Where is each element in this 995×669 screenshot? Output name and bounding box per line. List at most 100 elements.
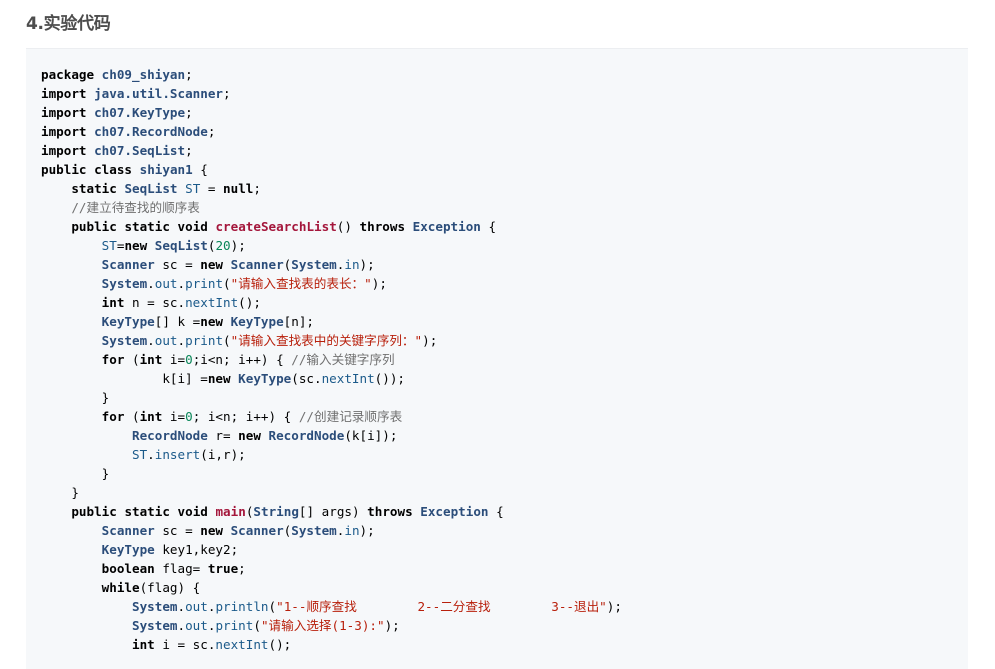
code-line: }: [41, 464, 622, 483]
code-token: KeyType: [101, 542, 155, 557]
code-token: ST: [101, 238, 117, 253]
code-token: (: [253, 618, 261, 633]
code-token: SeqList: [124, 181, 178, 196]
code-token: static: [71, 181, 117, 196]
code-token: for: [101, 352, 125, 367]
code-token: }: [41, 466, 110, 481]
code-token: (: [268, 599, 277, 614]
code-token: println: [215, 599, 269, 614]
code-token: out: [185, 618, 208, 633]
code-token: throws: [367, 504, 413, 519]
code-token: ;: [185, 105, 193, 120]
code-line: int n = sc.nextInt();: [41, 293, 622, 312]
code-token: import: [41, 143, 87, 158]
code-token: nextInt: [185, 295, 239, 310]
code-token: ch07.SeqList: [94, 143, 186, 158]
code-block: package ch09_shiyan; import java.util.Sca…: [26, 48, 968, 669]
code-line: }: [41, 483, 622, 502]
code-token: Exception: [412, 219, 481, 234]
code-token: );: [359, 523, 375, 538]
code-token: 0: [185, 352, 193, 367]
code-token: public: [71, 504, 117, 519]
code-line: import java.util.Scanner;: [41, 84, 622, 103]
code-token: public: [71, 219, 117, 234]
code-token: true: [207, 561, 239, 576]
code-token: null: [223, 181, 254, 196]
code-token: flag=: [154, 561, 208, 576]
code-token: .: [177, 333, 186, 348]
code-line: int i = sc.nextInt();: [41, 635, 622, 654]
code-token: (): [336, 219, 360, 234]
code-token: sc =: [154, 523, 201, 538]
code-token: insert: [154, 447, 201, 462]
code-token: void: [177, 219, 208, 234]
code-token: ;: [185, 143, 193, 158]
code-token: {: [192, 162, 208, 177]
code-token: (: [124, 409, 140, 424]
code-token: i=: [162, 352, 186, 367]
code-token: new: [200, 523, 223, 538]
code-token: [n];: [283, 314, 315, 329]
code-token: n = sc.: [124, 295, 186, 310]
code-token: ch09_shiyan: [101, 67, 186, 82]
code-token: nextInt: [215, 637, 269, 652]
code-line: ST=new SeqList(20);: [41, 236, 622, 255]
code-line: for (int i=0;i<n; i++) { //输入关键字序列: [41, 350, 622, 369]
code-token: }: [41, 485, 79, 500]
code-token: sc =: [154, 257, 201, 272]
code-token: [] k =: [154, 314, 201, 329]
code-token: 0: [185, 409, 193, 424]
code-token: out: [154, 276, 178, 291]
code-token: Exception: [420, 504, 489, 519]
code-token: .: [177, 618, 186, 633]
code-token: new: [200, 314, 223, 329]
code-line: public static void createSearchList() th…: [41, 217, 622, 236]
code-line: System.out.print("请输入选择(1-3):");: [41, 616, 622, 635]
code-token: class: [94, 162, 133, 177]
code-line: import ch07.KeyType;: [41, 103, 622, 122]
code-token: (: [223, 276, 231, 291]
code-line: boolean flag= true;: [41, 559, 622, 578]
code-token: void: [177, 504, 208, 519]
code-line: System.out.print("请输入查找表中的关键字序列：");: [41, 331, 622, 350]
code-token: while: [101, 580, 140, 595]
code-token: "请输入查找表中的关键字序列：": [230, 333, 423, 348]
code-token: ;: [238, 561, 246, 576]
code-token: Scanner: [230, 523, 284, 538]
code-token: //建立待查找的顺序表: [71, 200, 200, 215]
code-token: (i,r);: [200, 447, 246, 462]
code-token: throws: [359, 219, 406, 234]
code-token: k[i] =: [41, 371, 208, 386]
code-token: createSearchList: [215, 219, 337, 234]
code-line: ST.insert(i,r);: [41, 445, 622, 464]
code-token: {: [488, 504, 504, 519]
code-token: i=: [162, 409, 186, 424]
code-token: Scanner: [230, 257, 284, 272]
code-token: System: [291, 523, 337, 538]
code-token: .: [177, 276, 186, 291]
code-token: ());: [374, 371, 405, 386]
code-token: );: [359, 257, 375, 272]
code-token: "请输入查找表的表长：": [230, 276, 372, 291]
code-token: );: [606, 599, 622, 614]
code-token: print: [215, 618, 254, 633]
code-token: .: [177, 599, 186, 614]
code-token: main: [215, 504, 246, 519]
code-line: static SeqList ST = null;: [41, 179, 622, 198]
code-line: System.out.println("1--顺序查找 2--二分查找 3--退…: [41, 597, 622, 616]
code-token: ST: [132, 447, 148, 462]
